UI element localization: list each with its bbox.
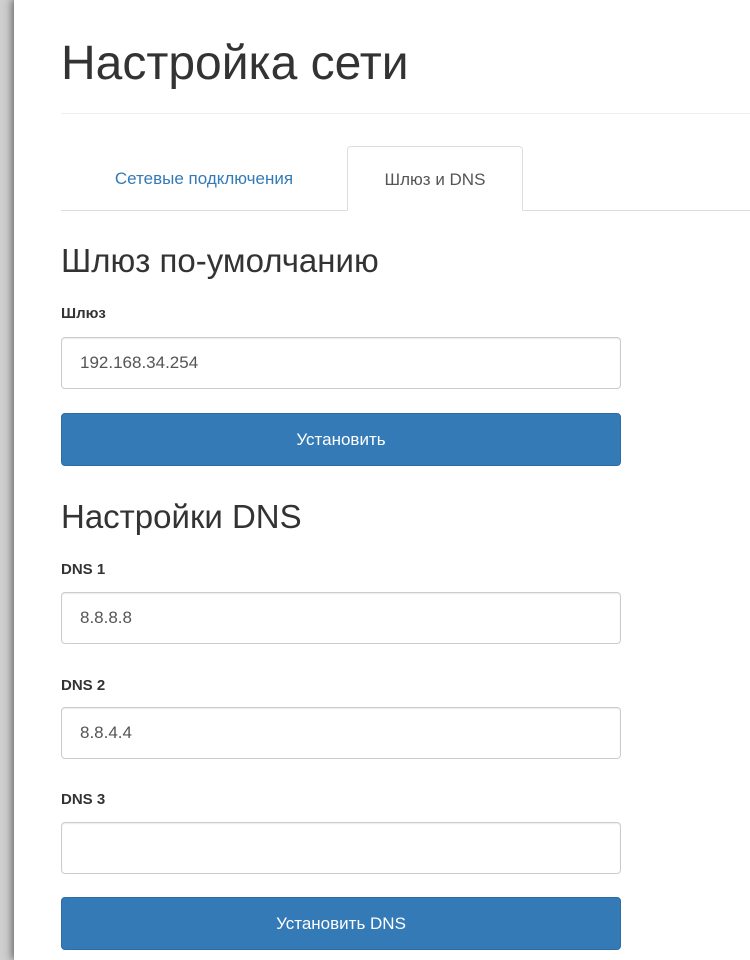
title-divider bbox=[61, 113, 750, 114]
set-dns-button[interactable]: Установить DNS bbox=[61, 897, 621, 950]
dns-section-heading: Настройки DNS bbox=[61, 498, 302, 535]
set-gateway-button[interactable]: Установить bbox=[61, 413, 621, 466]
dns1-field-label: DNS 1 bbox=[61, 561, 106, 578]
gateway-section-heading: Шлюз по-умолчанию bbox=[61, 242, 379, 279]
dns1-input[interactable] bbox=[61, 592, 621, 644]
tab-bar: Сетевые подключения Шлюз и DNS bbox=[61, 146, 750, 211]
tab-network-connections[interactable]: Сетевые подключения bbox=[61, 146, 347, 210]
page-title: Настройка сети bbox=[61, 37, 409, 90]
network-settings-panel: Настройка сети Сетевые подключения Шлюз … bbox=[14, 0, 750, 960]
dns3-input[interactable] bbox=[61, 822, 621, 874]
dns3-field-label: DNS 3 bbox=[61, 791, 106, 808]
gateway-input[interactable] bbox=[61, 337, 621, 389]
gateway-field-label: Шлюз bbox=[61, 305, 106, 322]
dns2-field-label: DNS 2 bbox=[61, 677, 106, 694]
dns2-input[interactable] bbox=[61, 707, 621, 759]
tab-gateway-dns[interactable]: Шлюз и DNS bbox=[347, 146, 523, 211]
